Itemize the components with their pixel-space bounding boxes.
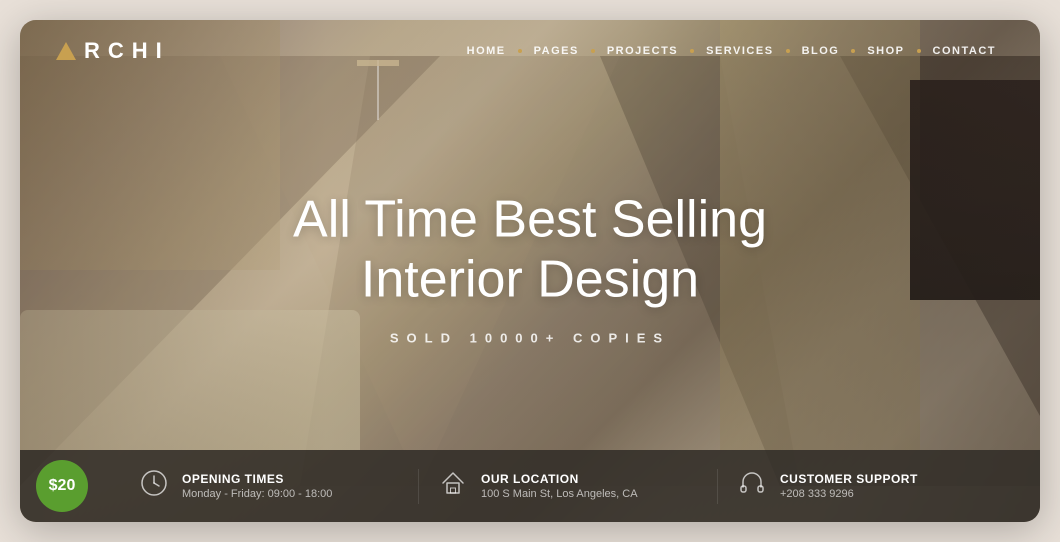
nav-separator-icon (851, 49, 855, 53)
nav-separator-icon (786, 49, 790, 53)
opening-times-label: OPENING TIMES (182, 472, 332, 486)
hero-section: RCHI HOME PAGES PROJECTS SERVICES (20, 20, 1040, 522)
nav-dot-2 (591, 49, 595, 53)
nav-item-shop[interactable]: SHOP (859, 41, 912, 61)
location-value: 100 S Main St, Los Angeles, CA (481, 488, 638, 500)
price-badge[interactable]: $20 (36, 460, 88, 512)
nav-link-contact[interactable]: CONTACT (925, 41, 1004, 61)
hero-title-line1: All Time Best Selling (293, 191, 767, 249)
nav-item-home[interactable]: HOME (459, 41, 514, 61)
nav-dot-4 (786, 49, 790, 53)
clock-icon (140, 469, 168, 504)
support-text: CUSTOMER SUPPORT +208 333 9296 (780, 472, 918, 500)
support-value: +208 333 9296 (780, 488, 918, 500)
headphone-icon (738, 469, 766, 504)
nav-item-projects[interactable]: PROJECTS (599, 41, 686, 61)
nav-dot-3 (690, 49, 694, 53)
location-label: OUR LOCATION (481, 472, 638, 486)
nav-link-shop[interactable]: SHOP (859, 41, 912, 61)
opening-times-item: OPENING TIMES Monday - Friday: 09:00 - 1… (120, 469, 419, 504)
nav-dot-1 (518, 49, 522, 53)
opening-times-value: Monday - Friday: 09:00 - 18:00 (182, 488, 332, 500)
logo-text: RCHI (84, 38, 170, 64)
support-item: CUSTOMER SUPPORT +208 333 9296 (718, 469, 1016, 504)
nav-link-projects[interactable]: PROJECTS (599, 41, 686, 61)
browser-window: RCHI HOME PAGES PROJECTS SERVICES (20, 20, 1040, 522)
navbar: RCHI HOME PAGES PROJECTS SERVICES (20, 20, 1040, 82)
nav-item-pages[interactable]: PAGES (526, 41, 587, 61)
nav-item-services[interactable]: SERVICES (698, 41, 781, 61)
nav-item-contact[interactable]: CONTACT (925, 41, 1004, 61)
nav-links: HOME PAGES PROJECTS SERVICES BLOG (459, 41, 1004, 61)
opening-times-text: OPENING TIMES Monday - Friday: 09:00 - 1… (182, 472, 332, 500)
bottom-bar: $20 OPENING TIMES Monday - Friday: 09:00… (20, 450, 1040, 522)
nav-link-pages[interactable]: PAGES (526, 41, 587, 61)
nav-link-home[interactable]: HOME (459, 41, 514, 61)
logo[interactable]: RCHI (56, 38, 170, 64)
nav-separator-icon (518, 49, 522, 53)
nav-separator-icon (690, 49, 694, 53)
logo-triangle-icon (56, 42, 76, 60)
nav-separator-icon (917, 49, 921, 53)
hero-title: All Time Best Selling Interior Design (173, 191, 887, 311)
location-text: OUR LOCATION 100 S Main St, Los Angeles,… (481, 472, 638, 500)
nav-separator-icon (591, 49, 595, 53)
nav-link-services[interactable]: SERVICES (698, 41, 781, 61)
nav-dot-6 (917, 49, 921, 53)
hero-title-line2: Interior Design (361, 250, 699, 308)
location-item: OUR LOCATION 100 S Main St, Los Angeles,… (419, 469, 718, 504)
house-icon (439, 469, 467, 504)
nav-dot-5 (851, 49, 855, 53)
support-label: CUSTOMER SUPPORT (780, 472, 918, 486)
nav-item-blog[interactable]: BLOG (794, 41, 848, 61)
hero-content: All Time Best Selling Interior Design SO… (173, 191, 887, 346)
hero-subtitle: SOLD 10000+ COPIES (173, 330, 887, 345)
nav-link-blog[interactable]: BLOG (794, 41, 848, 61)
